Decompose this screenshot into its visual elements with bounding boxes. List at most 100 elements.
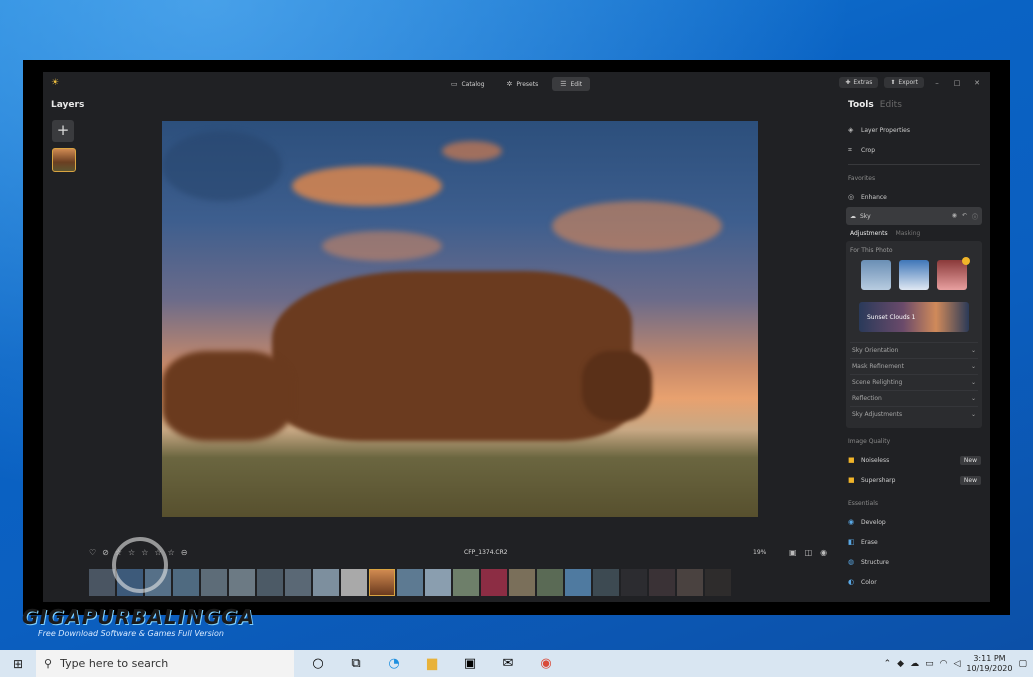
accordion-sky-orientation[interactable]: Sky Orientation ⌄ [850,342,978,358]
plus-icon: ✚ [845,79,851,86]
filmstrip-thumb[interactable] [257,569,283,596]
filmstrip-thumb[interactable] [705,569,731,596]
reject-icon[interactable]: ⊘ [102,548,109,557]
sky-suggestion[interactable] [861,260,891,290]
chevron-up-icon[interactable]: ⌃ [884,659,892,669]
extras-button[interactable]: ✚ Extras [839,77,879,88]
minimize-icon[interactable]: – [930,79,944,87]
wifi-icon[interactable]: ◠ [940,659,948,669]
windows-start-icon[interactable]: ⊞ [0,657,36,671]
tab-adjustments[interactable]: Adjustments [850,230,888,237]
tab-edit[interactable]: ☰ Edit [552,77,591,91]
filmstrip-thumb[interactable] [537,569,563,596]
filmstrip-thumb[interactable] [285,569,311,596]
task-view-icon[interactable]: ⧉ [344,656,368,671]
filmstrip-thumb[interactable] [173,569,199,596]
filmstrip-thumb[interactable] [341,569,367,596]
filmstrip-thumb[interactable] [509,569,535,596]
panel-header: Tools Edits [848,100,987,110]
supersharp-row[interactable]: ■ Supersharp New [841,470,987,490]
chrome-icon[interactable]: ◉ [534,656,558,671]
filmstrip-thumb-selected[interactable] [369,569,395,596]
filmstrip-thumb[interactable] [565,569,591,596]
close-icon[interactable]: ✕ [970,79,984,87]
sky-tool-header[interactable]: ☁ Sky ◉ ↶ ⓘ [846,207,982,225]
compare-icon[interactable]: ▣ [789,548,797,557]
store-icon[interactable]: ▣ [458,656,482,671]
filmstrip-thumb[interactable] [621,569,647,596]
star-icon[interactable]: ☆ [168,548,175,557]
filmstrip-thumb[interactable] [313,569,339,596]
crop-icon: ⌗ [848,145,852,154]
split-view-icon[interactable]: ◫ [805,548,813,557]
edits-tab[interactable]: Edits [880,100,902,110]
filmstrip-thumb[interactable] [649,569,675,596]
eye-icon[interactable]: ◉ [952,212,957,221]
notification-icon[interactable]: ▢ [1018,659,1027,669]
add-layer-button[interactable]: + [52,120,74,142]
filmstrip-thumb[interactable] [397,569,423,596]
info-icon[interactable]: ⓘ [972,212,978,221]
accordion-sky-adjustments[interactable]: Sky Adjustments ⌄ [850,406,978,422]
develop-row[interactable]: ◉ Develop [841,512,987,532]
mail-icon[interactable]: ✉ [496,656,520,671]
filmstrip-thumb[interactable] [425,569,451,596]
noiseless-row[interactable]: ■ Noiseless New [841,450,987,470]
taskbar-clock[interactable]: 3:11 PM 10/19/2020 [966,654,1012,674]
file-explorer-icon[interactable]: ▆ [420,656,444,671]
divider [848,164,980,165]
row-label: Develop [861,518,886,526]
tab-catalog[interactable]: ▭ Catalog [443,77,493,91]
export-button[interactable]: ⬆ Export [884,77,924,88]
filmstrip-thumb[interactable] [89,569,115,596]
enhance-row[interactable]: ◎ Enhance [841,187,987,207]
crop-row[interactable]: ⌗ Crop [841,140,987,160]
color-row[interactable]: ◐ Color [841,572,987,592]
mode-tabs: ▭ Catalog ✲ Presets ☰ Edit [443,77,591,91]
system-tray: ⌃ ◆ ☁ ▭ ◠ ◁ 3:11 PM 10/19/2020 ▢ [884,654,1033,674]
zoom-level[interactable]: 19% [753,549,766,556]
layer-properties-row[interactable]: ◈ Layer Properties [841,120,987,140]
heart-icon[interactable]: ♡ [89,548,96,557]
sky-suggestion[interactable] [937,257,970,290]
row-label: Sky [860,212,871,220]
filmstrip-thumb[interactable] [677,569,703,596]
maximize-icon[interactable]: □ [950,79,964,87]
layer-thumbnail[interactable] [52,148,76,172]
filmstrip-thumb[interactable] [229,569,255,596]
app-logo-icon[interactable]: ☀ [51,78,63,90]
eye-icon[interactable]: ◉ [820,548,827,557]
tab-masking[interactable]: Masking [896,230,921,237]
filmstrip-thumb[interactable] [481,569,507,596]
layers-title: Layers [51,100,85,110]
taskbar-search[interactable]: ⚲ Type here to search [36,650,294,677]
tab-presets[interactable]: ✲ Presets [499,77,547,91]
sky-selection-dropdown[interactable]: Sunset Clouds 1 [859,302,969,332]
search-placeholder: Type here to search [60,657,169,670]
onedrive-icon[interactable]: ☁ [910,659,919,669]
volume-icon[interactable]: ◁ [953,659,960,669]
tab-label: Edit [570,80,583,88]
erase-row[interactable]: ◧ Erase [841,532,987,552]
structure-row[interactable]: ◍ Structure [841,552,987,572]
battery-icon[interactable]: ▭ [925,659,934,669]
filmstrip-thumb[interactable] [593,569,619,596]
sky-suggestion[interactable] [899,260,929,290]
accordion-reflection[interactable]: Reflection ⌄ [850,390,978,406]
tools-tab[interactable]: Tools [848,100,874,110]
minus-circle-icon[interactable]: ⊖ [181,548,188,557]
layers-icon: ◈ [848,126,854,134]
develop-icon: ◉ [848,518,855,526]
dropbox-icon[interactable]: ◆ [897,659,904,669]
taskbar-apps: ○ ⧉ ◔ ▆ ▣ ✉ ◉ [306,656,558,671]
main-photo[interactable] [162,121,758,517]
tools-panel: Tools Edits ◈ Layer Properties ⌗ Crop Fa… [841,98,987,602]
row-label: Supersharp [861,476,896,484]
filmstrip-thumb[interactable] [201,569,227,596]
filmstrip-thumb[interactable] [453,569,479,596]
undo-icon[interactable]: ↶ [962,212,967,221]
accordion-mask-refinement[interactable]: Mask Refinement ⌄ [850,358,978,374]
edge-icon[interactable]: ◔ [382,656,406,671]
accordion-scene-relighting[interactable]: Scene Relighting ⌄ [850,374,978,390]
cortana-icon[interactable]: ○ [306,656,330,671]
